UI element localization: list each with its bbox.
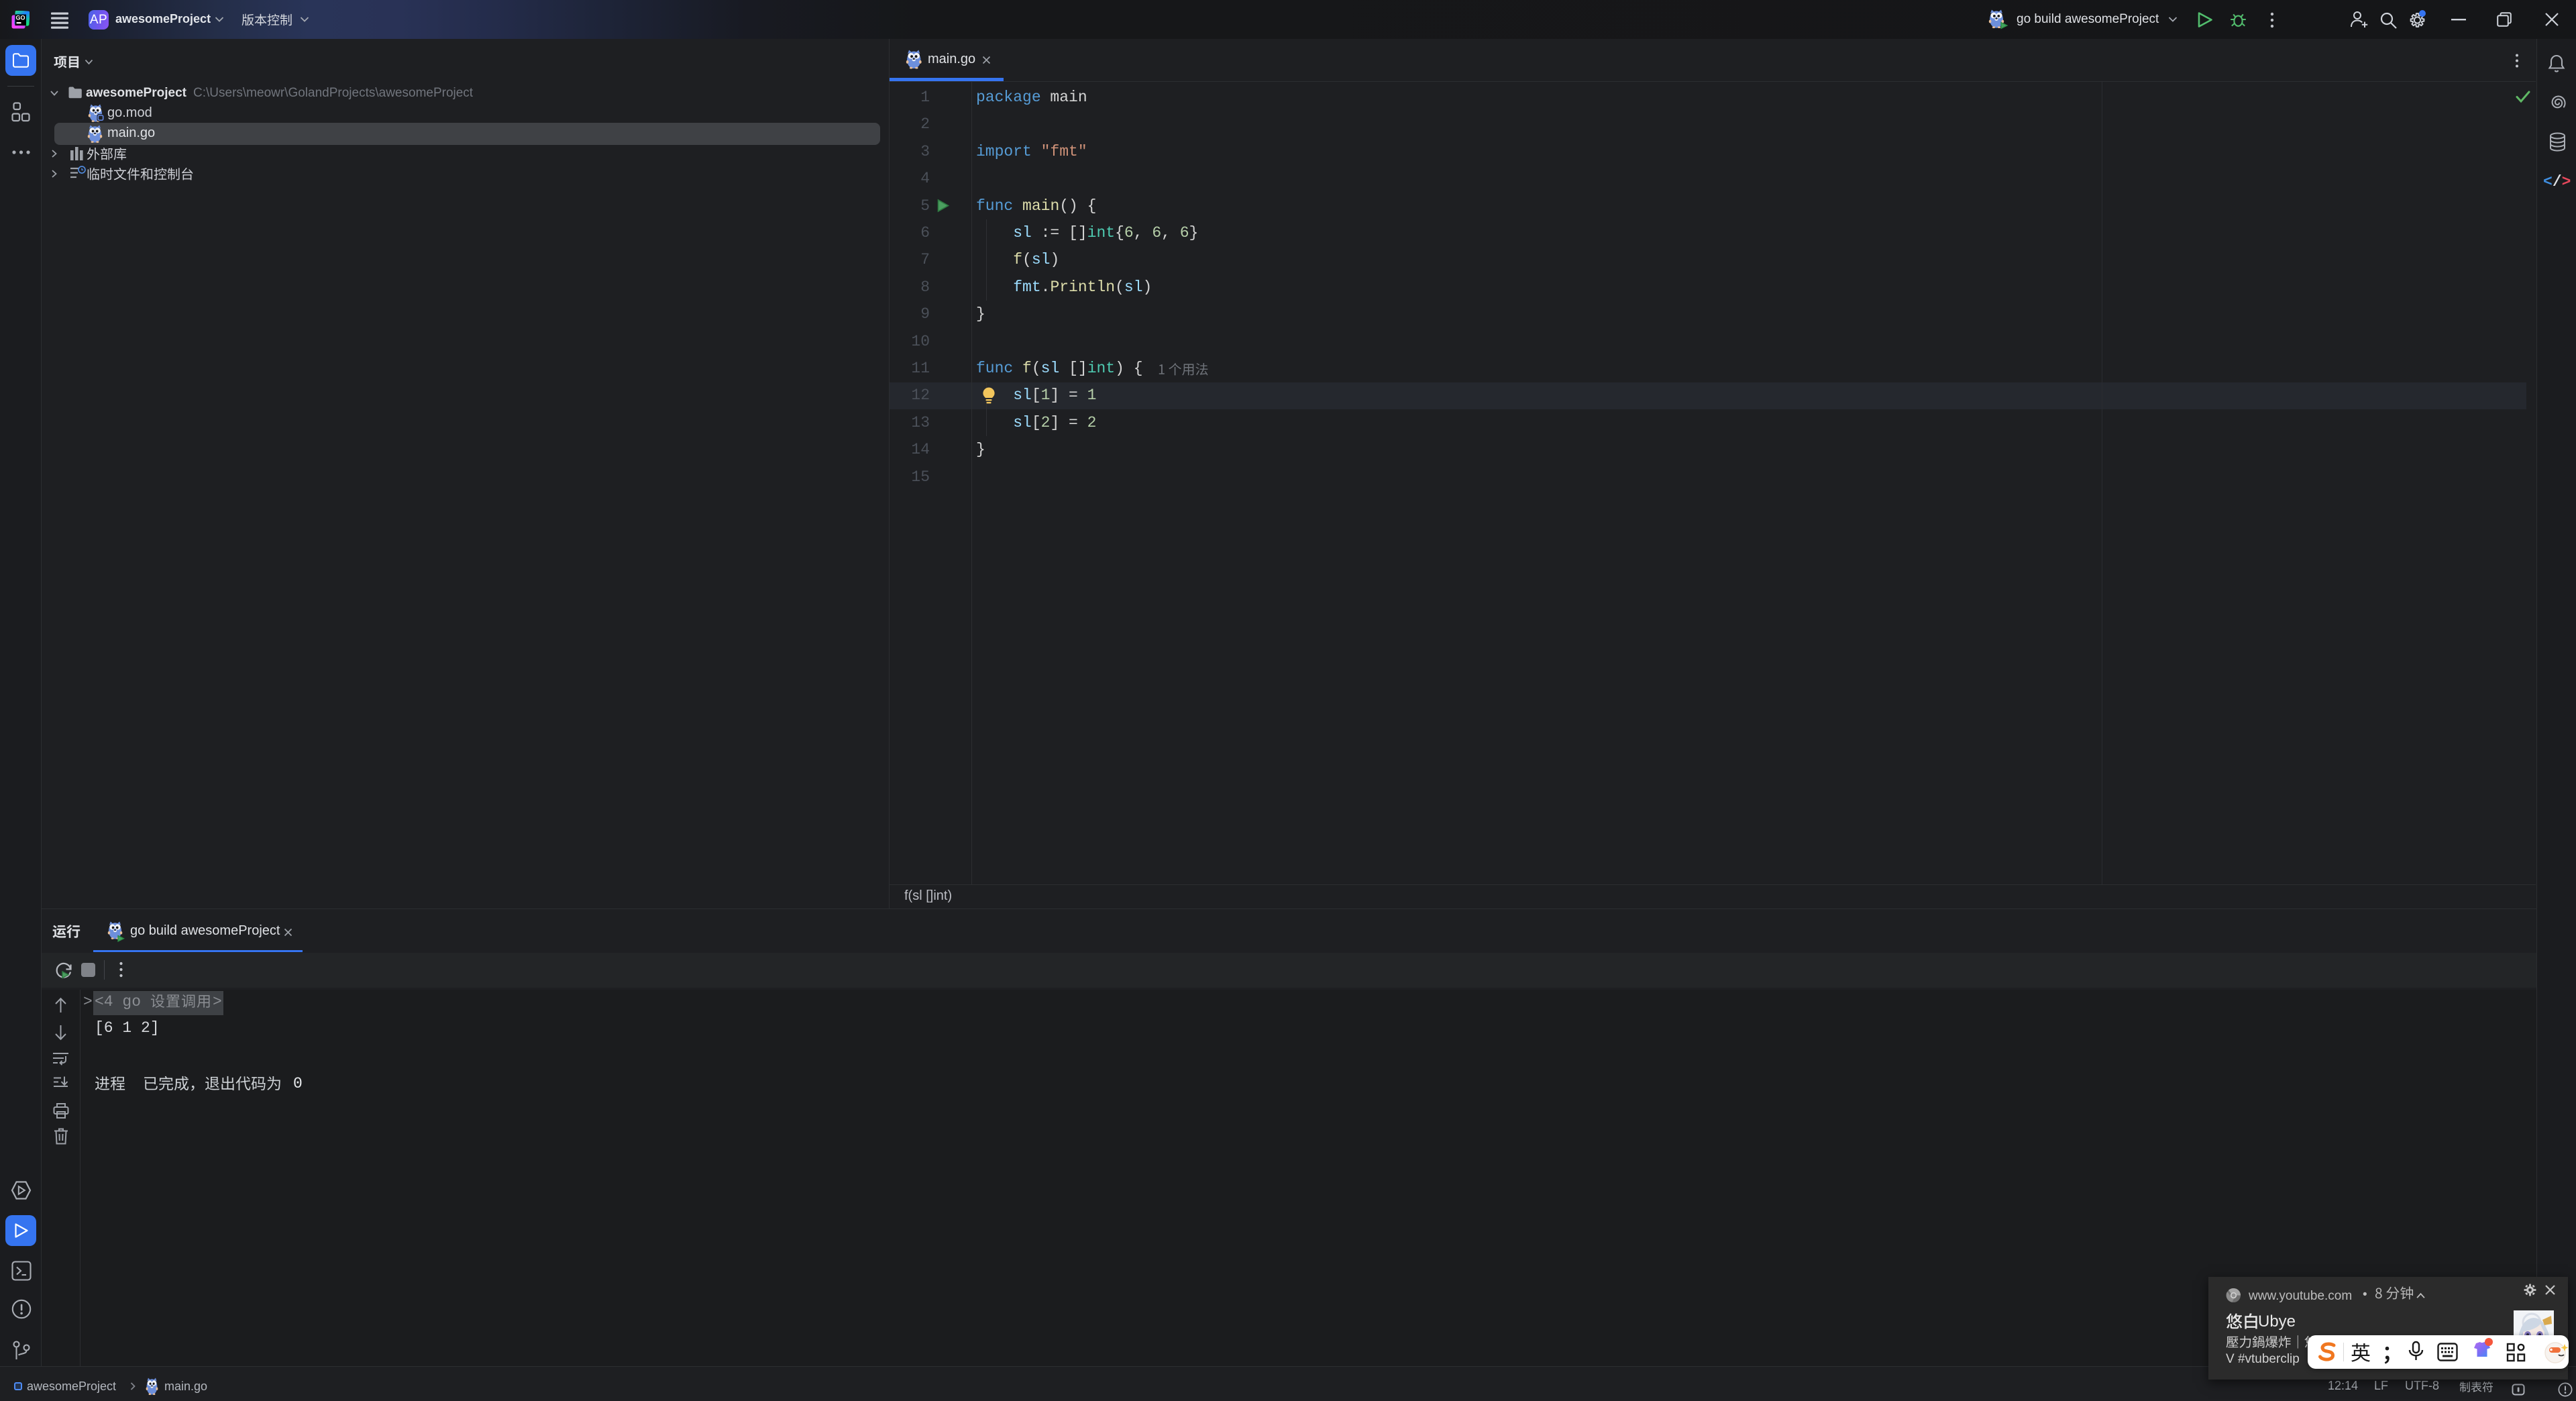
svg-text:GO: GO [15, 15, 25, 21]
